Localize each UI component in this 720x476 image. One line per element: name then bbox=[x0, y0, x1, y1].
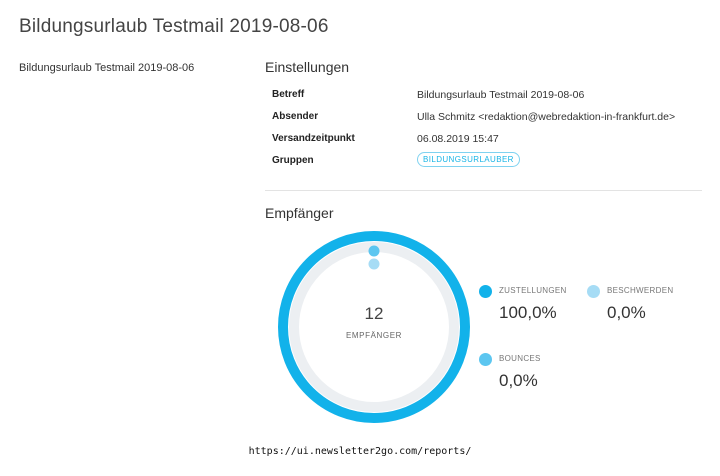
deliveries-dot-icon bbox=[479, 285, 492, 298]
settings-row-subject: Betreff Bildungsurlaub Testmail 2019-08-… bbox=[272, 89, 702, 111]
deliveries-label: ZUSTELLUNGEN bbox=[499, 286, 567, 295]
bounces-value: 0,0% bbox=[499, 371, 538, 390]
complaints-dot-icon bbox=[587, 285, 600, 298]
subject-value: Bildungsurlaub Testmail 2019-08-06 bbox=[417, 89, 585, 101]
recipients-heading: Empfänger bbox=[265, 205, 334, 221]
page-title: Bildungsurlaub Testmail 2019-08-06 bbox=[19, 16, 329, 37]
recipient-count: 12 bbox=[364, 304, 384, 323]
section-divider bbox=[265, 190, 702, 191]
donut-track bbox=[289, 242, 459, 412]
sender-value: Ulla Schmitz <redaktion@webredaktion-in-… bbox=[417, 111, 676, 123]
group-badge[interactable]: BILDUNGSURLAUBER bbox=[417, 152, 520, 167]
subject-label: Betreff bbox=[272, 89, 305, 100]
complaints-label: BESCHWERDEN bbox=[607, 286, 674, 295]
recipients-donut-chart: 12 EMPFÄNGER bbox=[278, 231, 470, 423]
bounces-label: BOUNCES bbox=[499, 354, 541, 363]
recipient-count-label: EMPFÄNGER bbox=[345, 331, 403, 340]
sender-label: Absender bbox=[272, 111, 319, 122]
settings-heading: Einstellungen bbox=[265, 59, 350, 75]
settings-table: Betreff Bildungsurlaub Testmail 2019-08-… bbox=[272, 89, 702, 177]
donut-marker-complaints bbox=[368, 258, 380, 270]
settings-row-groups: Gruppen BILDUNGSURLAUBER bbox=[272, 152, 702, 177]
send-time-label: Versandzeitpunkt bbox=[272, 133, 355, 144]
bounces-dot-icon bbox=[479, 353, 492, 366]
donut-svg bbox=[278, 231, 470, 423]
donut-marker-bounces bbox=[368, 245, 380, 257]
complaints-value: 0,0% bbox=[607, 303, 646, 322]
settings-row-sender: Absender Ulla Schmitz <redaktion@webreda… bbox=[272, 111, 702, 133]
mailing-name: Bildungsurlaub Testmail 2019-08-06 bbox=[19, 62, 195, 74]
send-time-value: 06.08.2019 15:47 bbox=[417, 133, 499, 145]
deliveries-value: 100,0% bbox=[499, 303, 557, 322]
groups-label: Gruppen bbox=[272, 155, 314, 166]
report-url: https://ui.newsletter2go.com/reports/ bbox=[248, 446, 472, 457]
